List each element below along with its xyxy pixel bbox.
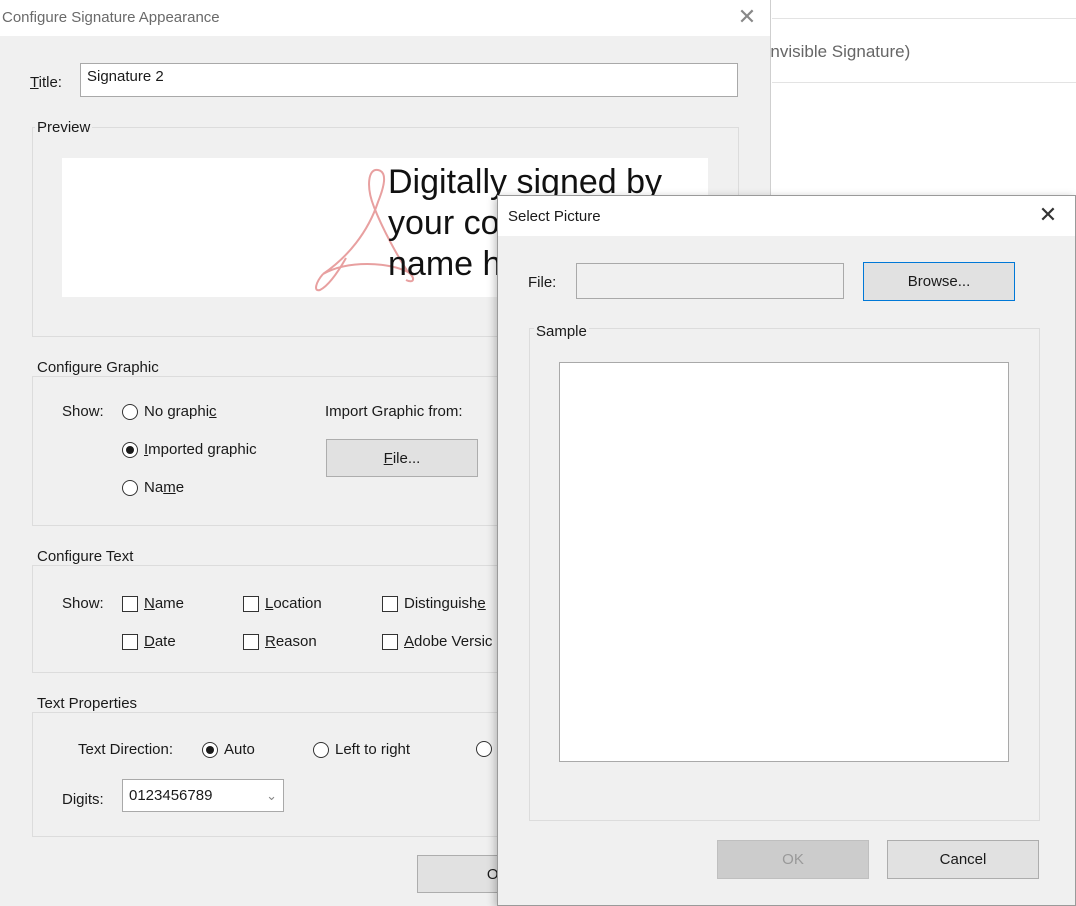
file-path-input[interactable] [576, 263, 844, 299]
title-label: Title: [30, 74, 62, 91]
no-graphic-radio[interactable]: No graphic [122, 403, 217, 420]
title-input[interactable]: Signature 2 [80, 63, 738, 97]
checkbox-icon [122, 595, 138, 612]
date-checkbox-label: Date [144, 633, 176, 650]
import-graphic-label: Import Graphic from: [325, 403, 463, 420]
checkbox-icon [122, 633, 138, 650]
radio-icon [122, 479, 138, 496]
sample-preview-area [559, 362, 1009, 762]
sample-group-label: Sample [534, 323, 589, 340]
configure-graphic-label: Configure Graphic [35, 359, 161, 376]
digits-select-value: 0123456789 [129, 787, 213, 804]
direction-ltr-radio[interactable]: Left to right [313, 741, 410, 758]
location-checkbox[interactable]: Location [243, 595, 322, 612]
radio-icon [313, 741, 329, 758]
checkbox-icon [243, 595, 259, 612]
configure-text-label: Configure Text [35, 548, 136, 565]
browse-button[interactable]: Browse... [863, 262, 1015, 301]
checkbox-icon [382, 633, 398, 650]
name-checkbox[interactable]: Name [122, 595, 184, 612]
radio-icon [476, 741, 492, 757]
main-dialog-title: Configure Signature Appearance [2, 9, 220, 26]
imported-graphic-label: Imported graphic [144, 441, 257, 458]
distinguished-name-checkbox-label: Distinguishe [404, 595, 486, 612]
background-divider [772, 18, 1076, 19]
cancel-button-label: Cancel [939, 851, 987, 868]
close-icon[interactable]: ✕ [735, 4, 759, 30]
radio-checked-icon [202, 741, 218, 758]
name-graphic-radio[interactable]: Name [122, 479, 184, 496]
select-picture-title: Select Picture [508, 208, 601, 225]
file-button[interactable]: File... [326, 439, 478, 477]
distinguished-name-checkbox[interactable]: Distinguishe [382, 595, 486, 612]
cancel-button[interactable]: Cancel [887, 840, 1039, 879]
no-graphic-label: No graphic [144, 403, 217, 420]
checkbox-icon [382, 595, 398, 612]
background-signature-type-text: (Invisible Signature) [760, 42, 911, 61]
file-button-label: File... [383, 449, 421, 467]
graphic-show-label: Show: [62, 403, 104, 420]
direction-auto-label: Auto [224, 741, 255, 758]
reason-checkbox-label: Reason [265, 633, 317, 650]
imported-graphic-radio[interactable]: Imported graphic [122, 441, 257, 458]
reason-checkbox[interactable]: Reason [243, 633, 317, 650]
name-checkbox-label: Name [144, 595, 185, 612]
checkbox-icon [243, 633, 259, 650]
file-label: File: [528, 274, 557, 291]
digits-select[interactable]: 0123456789 ⌄ [122, 779, 284, 812]
direction-rtl-radio[interactable] [476, 741, 498, 757]
background-divider [772, 82, 1076, 83]
text-direction-label: Text Direction: [78, 741, 174, 758]
preview-group-label: Preview [35, 119, 93, 136]
name-graphic-label: Name [144, 479, 185, 496]
direction-auto-radio[interactable]: Auto [202, 741, 255, 758]
digits-label: Digits: [62, 791, 104, 808]
chevron-down-icon: ⌄ [266, 787, 277, 803]
direction-ltr-label: Left to right [335, 741, 411, 758]
browse-button-label: Browse... [907, 273, 971, 290]
date-checkbox[interactable]: Date [122, 633, 176, 650]
ok-button[interactable]: OK [717, 840, 869, 879]
text-show-label: Show: [62, 595, 104, 612]
location-checkbox-label: Location [265, 595, 322, 612]
close-icon[interactable]: ✕ [1036, 202, 1060, 228]
adobe-version-checkbox-label: Adobe Versic [404, 633, 493, 650]
ok-button-label: OK [782, 851, 804, 868]
radio-checked-icon [122, 441, 138, 458]
adobe-version-checkbox[interactable]: Adobe Versic [382, 633, 492, 650]
text-properties-label: Text Properties [35, 695, 140, 712]
radio-icon [122, 403, 138, 420]
